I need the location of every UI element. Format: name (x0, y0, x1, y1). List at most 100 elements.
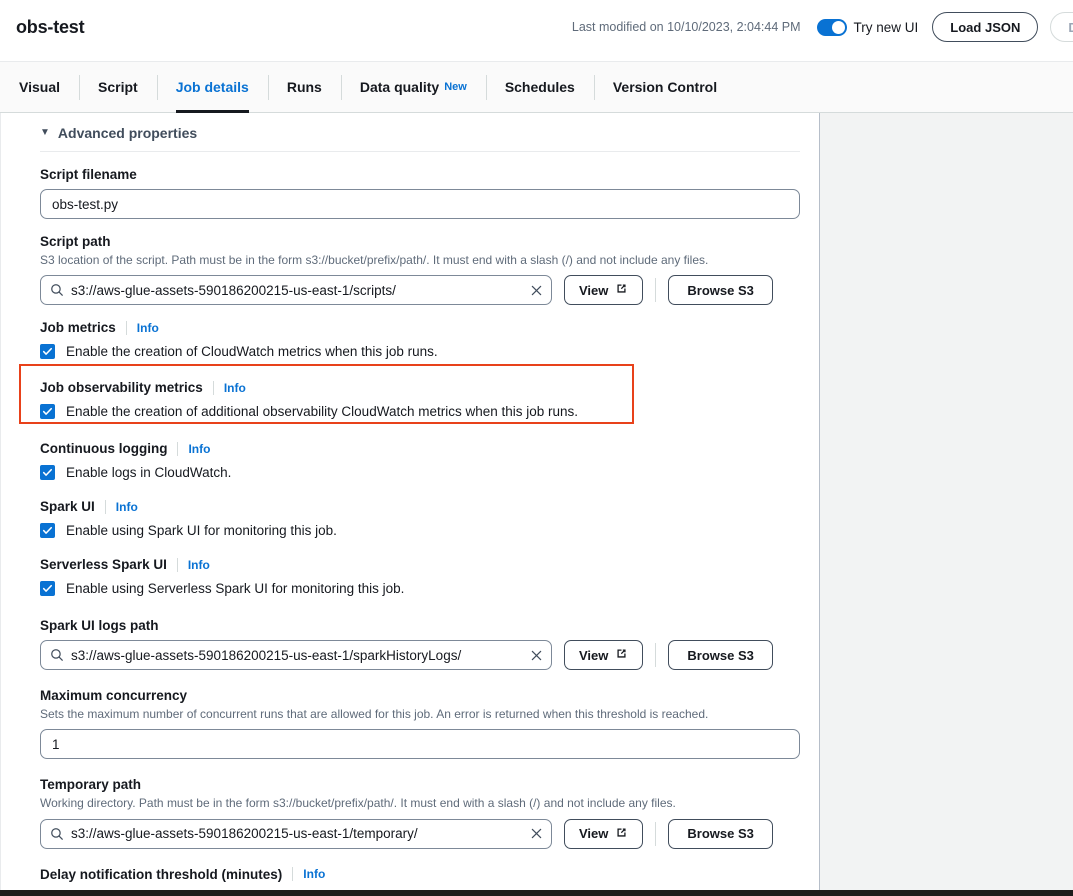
tab-data-quality[interactable]: Data quality New (341, 62, 486, 112)
field-script-path: Script path S3 location of the script. P… (40, 234, 800, 305)
tab-bar: Visual Script Job details Runs Data qual… (0, 62, 1073, 113)
tab-label: Schedules (505, 79, 575, 95)
search-icon (50, 648, 64, 662)
button-divider (655, 278, 656, 302)
continuous-logging-label: Continuous logging Info (40, 441, 800, 456)
script-filename-input[interactable]: obs-test.py (40, 189, 800, 219)
field-script-filename: Script filename obs-test.py (40, 167, 800, 219)
temporary-path-label: Temporary path (40, 777, 800, 792)
tab-label: Job details (176, 79, 249, 95)
new-badge: New (444, 81, 467, 93)
temporary-path-row: s3://aws-glue-assets-590186200215-us-eas… (40, 819, 800, 849)
try-new-ui-label: Try new UI (854, 20, 919, 35)
script-path-view-button[interactable]: View (564, 275, 643, 305)
tab-job-details[interactable]: Job details (157, 62, 268, 112)
spark-ui-info-link[interactable]: Info (116, 500, 138, 514)
delete-button[interactable]: De (1050, 12, 1073, 42)
info-divider (292, 867, 293, 881)
info-divider (213, 381, 214, 395)
info-divider (177, 558, 178, 572)
continuous-logging-checkbox-label: Enable logs in CloudWatch. (66, 465, 231, 480)
delay-notification-threshold-label: Delay notification threshold (minutes) I… (40, 867, 800, 882)
continuous-logging-checkbox-row[interactable]: Enable logs in CloudWatch. (40, 465, 800, 480)
close-icon[interactable] (530, 649, 543, 662)
delay-notification-threshold-info-link[interactable]: Info (303, 867, 325, 881)
tab-schedules[interactable]: Schedules (486, 62, 594, 112)
continuous-logging-info-link[interactable]: Info (188, 442, 210, 456)
maximum-concurrency-value: 1 (52, 737, 60, 752)
maximum-concurrency-label: Maximum concurrency (40, 688, 800, 703)
button-divider (655, 643, 656, 667)
spark-ui-logs-path-view-button[interactable]: View (564, 640, 643, 670)
close-icon[interactable] (530, 284, 543, 297)
tab-label: Script (98, 79, 138, 95)
temporary-path-description: Working directory. Path must be in the f… (40, 795, 800, 811)
job-observability-metrics-checkbox[interactable] (40, 404, 55, 419)
temporary-path-view-button[interactable]: View (564, 819, 643, 849)
maximum-concurrency-input[interactable]: 1 (40, 729, 800, 759)
search-icon (50, 283, 64, 297)
view-button-label: View (579, 648, 608, 663)
serverless-spark-ui-checkbox-row[interactable]: Enable using Serverless Spark UI for mon… (40, 581, 800, 596)
temporary-path-input[interactable]: s3://aws-glue-assets-590186200215-us-eas… (40, 819, 552, 849)
job-observability-metrics-checkbox-label: Enable the creation of additional observ… (66, 404, 578, 419)
job-metrics-label: Job metrics Info (40, 320, 800, 335)
field-serverless-spark-ui: Serverless Spark UI Info Enable using Se… (40, 557, 800, 596)
spark-ui-checkbox-row[interactable]: Enable using Spark UI for monitoring thi… (40, 523, 800, 538)
advanced-properties-header[interactable]: ▼ Advanced properties (40, 125, 800, 141)
maximum-concurrency-description: Sets the maximum number of concurrent ru… (40, 706, 800, 722)
external-link-icon (615, 647, 628, 663)
info-divider (177, 442, 178, 456)
load-json-button[interactable]: Load JSON (932, 12, 1038, 42)
side-panel (819, 113, 1073, 896)
job-observability-metrics-checkbox-row[interactable]: Enable the creation of additional observ… (40, 404, 800, 419)
field-temporary-path: Temporary path Working directory. Path m… (40, 777, 800, 848)
job-metrics-info-link[interactable]: Info (137, 321, 159, 335)
spark-ui-logs-path-label: Spark UI logs path (40, 618, 800, 633)
tab-label: Data quality (360, 79, 439, 95)
script-path-input[interactable]: s3://aws-glue-assets-590186200215-us-eas… (40, 275, 552, 305)
view-button-label: View (579, 283, 608, 298)
page-root: obs-test Last modified on 10/10/2023, 2:… (0, 0, 1073, 896)
temporary-path-browse-button[interactable]: Browse S3 (668, 819, 772, 849)
spark-ui-label: Spark UI Info (40, 499, 800, 514)
serverless-spark-ui-checkbox[interactable] (40, 581, 55, 596)
job-metrics-checkbox[interactable] (40, 344, 55, 359)
spark-ui-logs-path-value: s3://aws-glue-assets-590186200215-us-eas… (71, 648, 524, 663)
spark-ui-checkbox[interactable] (40, 523, 55, 538)
search-icon (50, 827, 64, 841)
serverless-spark-ui-label: Serverless Spark UI Info (40, 557, 800, 572)
bottom-screen-edge (0, 890, 1073, 896)
field-spark-ui: Spark UI Info Enable using Spark UI for … (40, 499, 800, 538)
external-link-icon (615, 826, 628, 842)
continuous-logging-checkbox[interactable] (40, 465, 55, 480)
job-observability-metrics-info-link[interactable]: Info (224, 381, 246, 395)
spark-ui-logs-path-input[interactable]: s3://aws-glue-assets-590186200215-us-eas… (40, 640, 552, 670)
field-continuous-logging: Continuous logging Info Enable logs in C… (40, 441, 800, 480)
job-observability-metrics-label: Job observability metrics Info (40, 380, 800, 395)
header-actions: Last modified on 10/10/2023, 2:04:44 PM … (572, 12, 1073, 42)
script-path-browse-button[interactable]: Browse S3 (668, 275, 772, 305)
try-new-ui-toggle-wrap[interactable]: Try new UI (817, 19, 919, 36)
tab-label: Runs (287, 79, 322, 95)
tab-version-control[interactable]: Version Control (594, 62, 736, 112)
close-icon[interactable] (530, 827, 543, 840)
advanced-properties-label: Advanced properties (58, 125, 197, 141)
caret-down-icon[interactable]: ▼ (40, 128, 50, 138)
job-metrics-checkbox-row[interactable]: Enable the creation of CloudWatch metric… (40, 344, 800, 359)
script-path-description: S3 location of the script. Path must be … (40, 252, 800, 268)
spark-ui-logs-path-browse-button[interactable]: Browse S3 (668, 640, 772, 670)
section-divider (40, 151, 800, 152)
tab-label: Version Control (613, 79, 717, 95)
script-filename-label: Script filename (40, 167, 800, 182)
spark-ui-checkbox-label: Enable using Spark UI for monitoring thi… (66, 523, 337, 538)
tab-runs[interactable]: Runs (268, 62, 341, 112)
serverless-spark-ui-info-link[interactable]: Info (188, 558, 210, 572)
tab-visual[interactable]: Visual (0, 62, 79, 112)
tab-script[interactable]: Script (79, 62, 157, 112)
field-maximum-concurrency: Maximum concurrency Sets the maximum num… (40, 688, 800, 759)
job-details-form-pane: ▼ Advanced properties Script filename ob… (0, 113, 819, 896)
view-button-label: View (579, 826, 608, 841)
script-path-label: Script path (40, 234, 800, 249)
try-new-ui-toggle[interactable] (817, 19, 847, 36)
